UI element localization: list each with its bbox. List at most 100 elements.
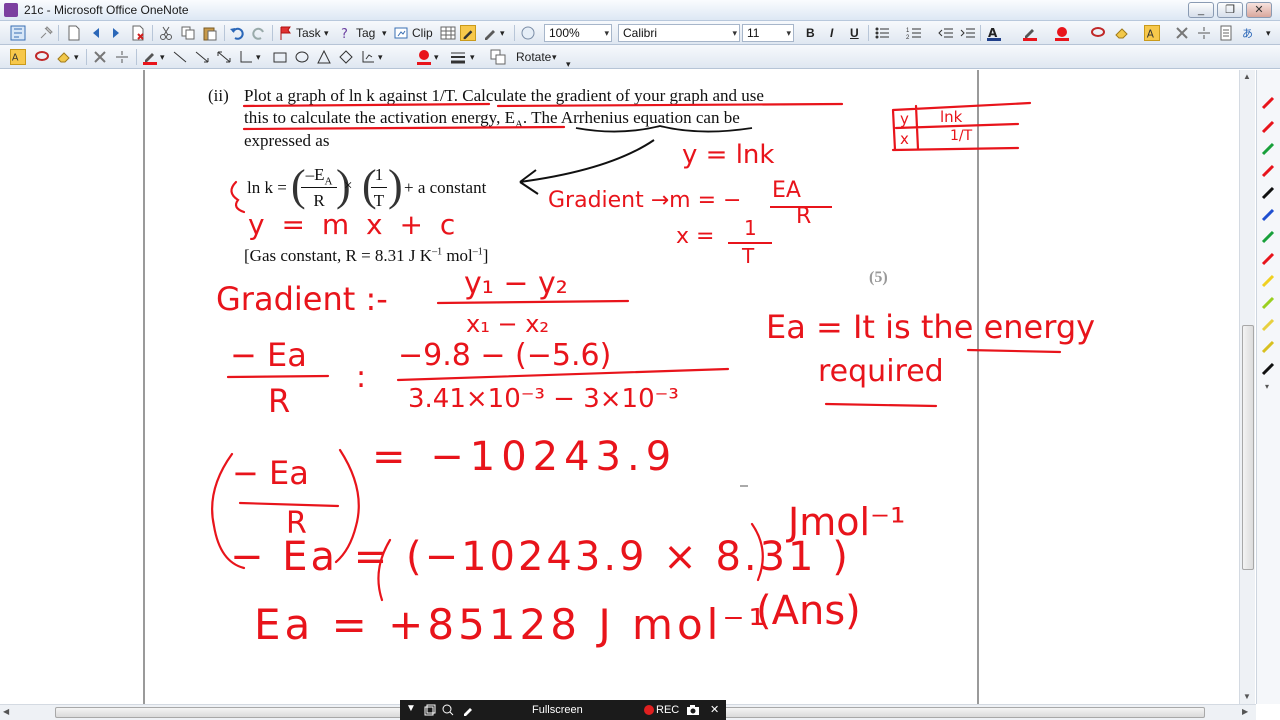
- lasso-select-icon[interactable]: [34, 49, 50, 65]
- clip-button[interactable]: Clip: [412, 24, 433, 42]
- pen-yellow-2-icon[interactable]: [1261, 318, 1277, 332]
- diamond-shape-icon[interactable]: [338, 49, 354, 65]
- pen-palette-more-icon[interactable]: ▾: [1265, 382, 1269, 391]
- window-mode-icon[interactable]: [424, 704, 436, 716]
- pen-blue-icon[interactable]: [1261, 208, 1277, 222]
- pen-yellow-icon[interactable]: [1261, 274, 1277, 288]
- page-list-icon[interactable]: [1218, 25, 1234, 41]
- eraser-tool-icon[interactable]: [56, 49, 72, 65]
- shape-color-dropdown-arrow[interactable]: ▾: [434, 48, 439, 66]
- task-flag-icon[interactable]: [278, 25, 294, 41]
- task-dropdown-arrow[interactable]: ▾: [324, 24, 329, 42]
- italic-button[interactable]: I: [830, 24, 833, 42]
- scroll-up-icon[interactable]: ▲: [1243, 72, 1251, 81]
- delete-icon[interactable]: [92, 49, 108, 65]
- line-shape-icon[interactable]: [172, 49, 188, 65]
- back-icon[interactable]: [88, 25, 104, 41]
- axis-dropdown-arrow[interactable]: ▾: [256, 48, 261, 66]
- highlight-color-icon[interactable]: [1054, 25, 1070, 41]
- notebook-nav-icon[interactable]: [10, 25, 26, 41]
- insert-space-icon[interactable]: [1196, 25, 1212, 41]
- axis-shape-icon[interactable]: [238, 49, 254, 65]
- arrow-shape-icon[interactable]: [194, 49, 210, 65]
- tag-icon[interactable]: ?: [338, 25, 354, 41]
- pen-black-icon[interactable]: [1261, 186, 1277, 200]
- bold-button[interactable]: B: [806, 24, 815, 42]
- circle-shape-icon[interactable]: [294, 49, 310, 65]
- rectangle-shape-icon[interactable]: [272, 49, 288, 65]
- scroll-left-icon[interactable]: ◀: [3, 707, 9, 716]
- insert-space-tool-icon[interactable]: [114, 49, 130, 65]
- note-canvas[interactable]: (ii) Plot a graph of ln k against 1/T. C…: [0, 70, 1280, 704]
- shape-color-icon[interactable]: [416, 49, 432, 65]
- tag-dropdown-arrow[interactable]: ▾: [382, 24, 387, 42]
- copy-icon[interactable]: [180, 25, 196, 41]
- new-page-icon[interactable]: [66, 25, 82, 41]
- vertical-scrollbar[interactable]: ▲ ▼: [1239, 70, 1255, 704]
- tag-button[interactable]: Tag: [356, 24, 375, 42]
- double-arrow-shape-icon[interactable]: [216, 49, 232, 65]
- scroll-down-icon[interactable]: ▼: [1243, 692, 1251, 701]
- lasso-icon[interactable]: [1090, 25, 1106, 41]
- recorder-menu-icon[interactable]: ▼: [406, 703, 416, 714]
- rec-label[interactable]: REC: [656, 704, 679, 716]
- graph-dropdown-arrow[interactable]: ▾: [378, 48, 383, 66]
- delete-ink-icon[interactable]: [1174, 25, 1190, 41]
- zoom-combo[interactable]: 100% ▾: [544, 24, 612, 42]
- recorder-close-icon[interactable]: ✕: [710, 703, 719, 716]
- pen-lime-icon[interactable]: [1261, 296, 1277, 310]
- camera-icon[interactable]: [686, 704, 700, 716]
- rotate-button[interactable]: Rotate: [516, 48, 551, 66]
- paste-icon[interactable]: [202, 25, 218, 41]
- eraser-icon[interactable]: [1114, 25, 1130, 41]
- restore-button[interactable]: ❐: [1217, 2, 1243, 18]
- type-tool-icon[interactable]: A: [10, 49, 26, 65]
- pin-icon[interactable]: [38, 25, 54, 41]
- pen-black-2-icon[interactable]: [1261, 362, 1277, 376]
- table-icon[interactable]: [440, 25, 456, 41]
- task-button[interactable]: Task: [296, 24, 321, 42]
- scroll-right-icon[interactable]: ▶: [1242, 707, 1248, 716]
- zoom-icon[interactable]: [520, 25, 536, 41]
- font-size-combo[interactable]: 11 ▾: [742, 24, 794, 42]
- bullets-icon[interactable]: [874, 25, 890, 41]
- undo-icon[interactable]: [229, 25, 245, 41]
- pen-tool-icon[interactable]: [482, 25, 498, 41]
- increase-indent-icon[interactable]: [960, 25, 976, 41]
- pen-red-4-icon[interactable]: [1261, 252, 1277, 266]
- pen-color-dropdown-arrow[interactable]: ▾: [160, 48, 165, 66]
- font-color-icon[interactable]: A: [986, 25, 1002, 41]
- pen-green-2-icon[interactable]: [1261, 230, 1277, 244]
- line-weight-icon[interactable]: [450, 49, 466, 65]
- zoom-search-icon[interactable]: [442, 704, 454, 716]
- triangle-shape-icon[interactable]: [316, 49, 332, 65]
- underline-button[interactable]: U: [850, 24, 859, 42]
- redo-icon[interactable]: [251, 25, 267, 41]
- toolbar-options-arrow[interactable]: ▾: [1266, 24, 1271, 42]
- graph-shape-icon[interactable]: [360, 49, 376, 65]
- rotate-dropdown-arrow[interactable]: ▾: [552, 48, 557, 66]
- pen-icon[interactable]: [142, 49, 158, 65]
- fullscreen-label[interactable]: Fullscreen: [532, 704, 583, 716]
- pen-yellow-3-icon[interactable]: [1261, 340, 1277, 354]
- cut-icon[interactable]: [158, 25, 174, 41]
- pen-green-icon[interactable]: [1261, 142, 1277, 156]
- pen-color-icon[interactable]: [1022, 25, 1038, 41]
- type-mode-icon[interactable]: A: [1144, 25, 1160, 41]
- close-button[interactable]: ✕: [1246, 2, 1272, 18]
- pen-red-3-icon[interactable]: [1261, 164, 1277, 178]
- research-icon[interactable]: あ: [1242, 25, 1258, 41]
- pen-mode-icon[interactable]: [460, 25, 476, 41]
- arrange-icon[interactable]: [490, 49, 506, 65]
- font-combo[interactable]: Calibri ▾: [618, 24, 740, 42]
- decrease-indent-icon[interactable]: [938, 25, 954, 41]
- pen-red-2-icon[interactable]: [1261, 120, 1277, 134]
- minimize-button[interactable]: _: [1188, 2, 1214, 18]
- line-weight-dropdown-arrow[interactable]: ▾: [470, 48, 475, 66]
- clip-icon[interactable]: [394, 25, 410, 41]
- pen-red-icon[interactable]: [1261, 96, 1277, 110]
- numbering-icon[interactable]: 12: [906, 25, 922, 41]
- pen-dropdown-arrow[interactable]: ▾: [500, 24, 505, 42]
- edit-icon[interactable]: [462, 704, 474, 716]
- eraser-dropdown-arrow[interactable]: ▾: [74, 48, 79, 66]
